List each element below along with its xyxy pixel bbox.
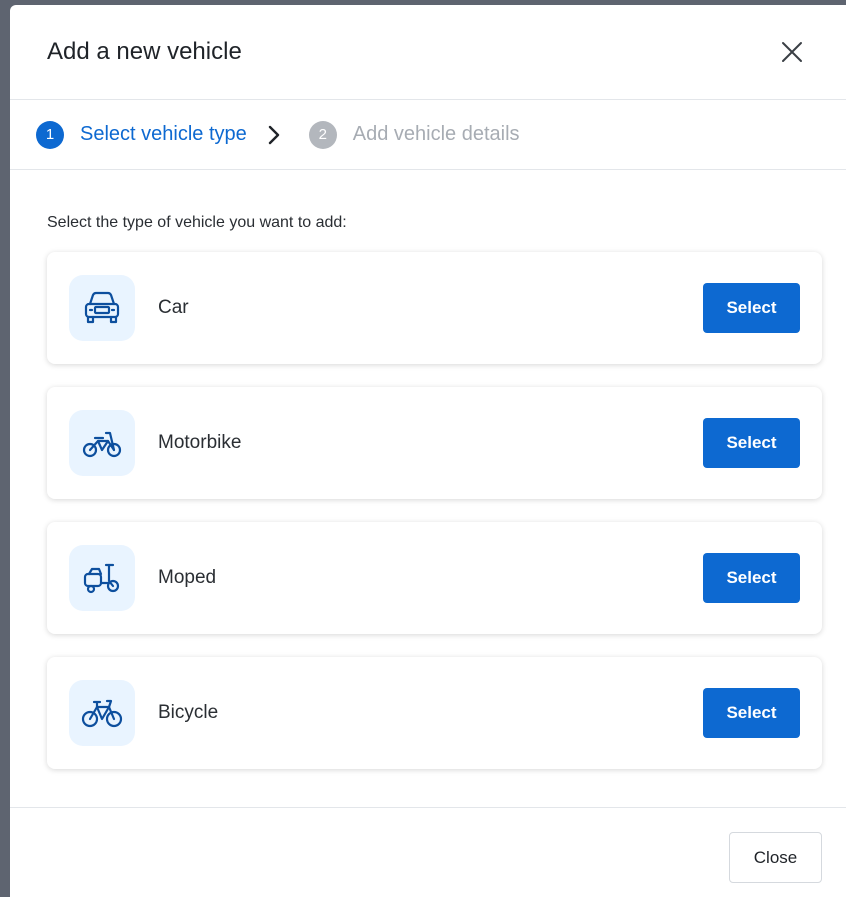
motorbike-icon (69, 410, 135, 476)
close-button[interactable]: Close (729, 832, 822, 883)
vehicle-label-bicycle: Bicycle (158, 702, 219, 723)
moped-icon (69, 545, 135, 611)
vehicle-card-car: Car Select (47, 252, 822, 364)
select-moped-button[interactable]: Select (703, 553, 800, 603)
vehicle-label-car: Car (158, 297, 189, 318)
step-1-label: Select vehicle type (80, 123, 247, 145)
stepper: 1 Select vehicle type 2 Add vehicle deta… (10, 100, 846, 170)
dialog-footer: Close (10, 807, 846, 897)
vehicle-label-moped: Moped (158, 567, 217, 588)
vehicle-card-moped: Moped Select (47, 522, 822, 634)
chevron-right-icon (267, 124, 281, 146)
select-motorbike-button[interactable]: Select (703, 418, 800, 468)
vehicle-card-motorbike: Motorbike Select (47, 387, 822, 499)
close-icon[interactable] (778, 38, 806, 66)
step-1-number: 1 (36, 120, 64, 149)
dialog-content: Select the type of vehicle you want to a… (10, 170, 846, 769)
select-bicycle-button[interactable]: Select (703, 688, 800, 738)
vehicle-label-motorbike: Motorbike (158, 432, 242, 453)
select-car-button[interactable]: Select (703, 283, 800, 333)
step-2-label: Add vehicle details (352, 123, 520, 145)
add-vehicle-dialog: Add a new vehicle 1 Select vehicle type … (10, 5, 846, 897)
instruction-text: Select the type of vehicle you want to a… (47, 214, 347, 231)
vehicle-card-bicycle: Bicycle Select (47, 657, 822, 769)
dialog-title: Add a new vehicle (47, 38, 242, 65)
step-2-number: 2 (308, 120, 337, 149)
car-icon (69, 275, 135, 341)
dialog-header: Add a new vehicle (10, 5, 846, 100)
bicycle-icon (69, 680, 135, 746)
